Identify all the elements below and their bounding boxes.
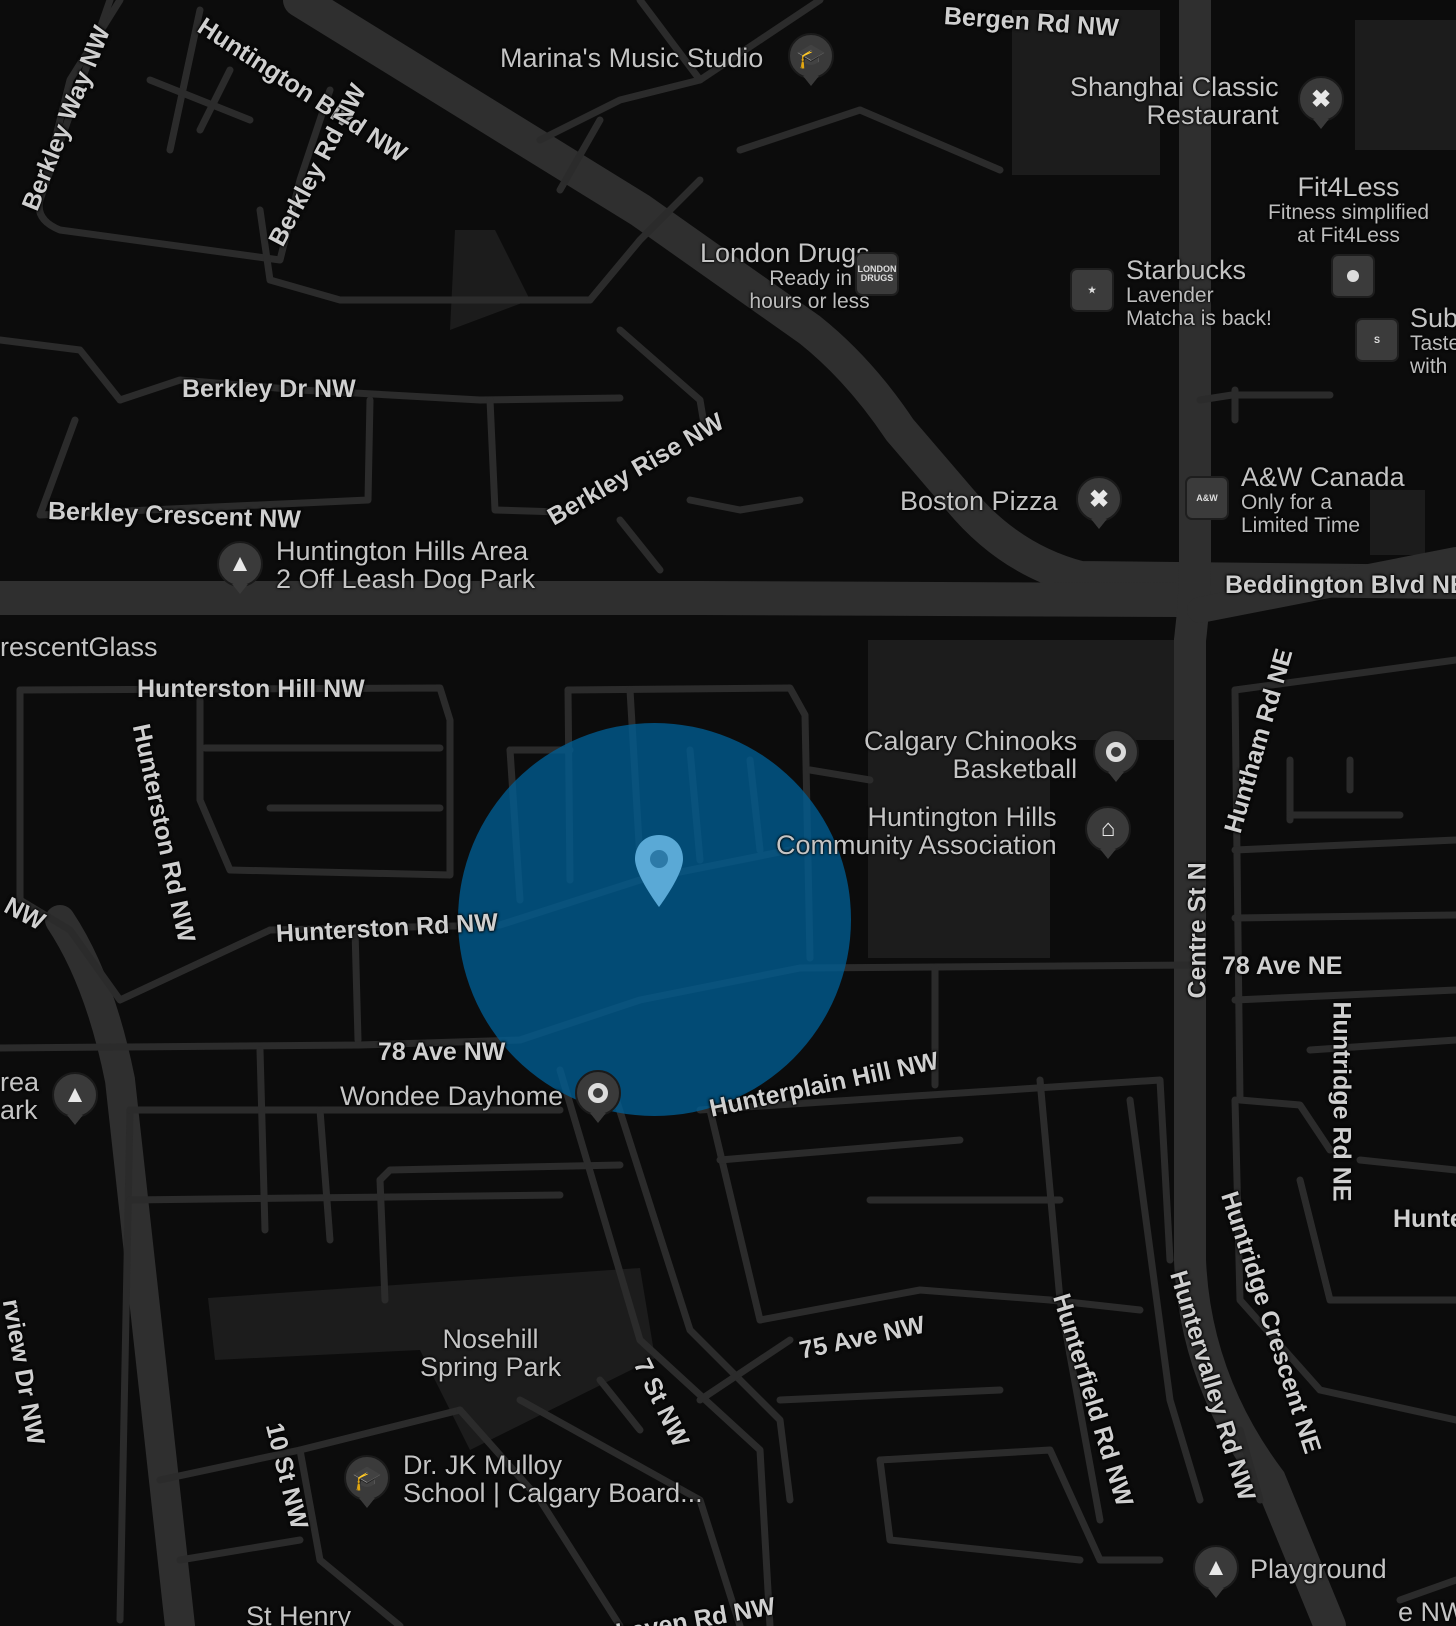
poi-subway-line1: Taste	[1410, 332, 1456, 355]
road-label-hunterston-hill: Hunterston Hill NW	[137, 675, 365, 703]
poi-mulloy-school-label[interactable]: Dr. JK Mulloy School | Calgary Board...	[403, 1451, 703, 1507]
location-accuracy-circle	[458, 723, 851, 1116]
poi-subway-label[interactable]: Sub Taste with	[1410, 304, 1456, 378]
poi-london-drugs-name: London Drugs	[700, 238, 870, 268]
building-icon[interactable]: ⌂	[1085, 806, 1131, 859]
poi-mulloy-line1: Dr. JK Mulloy	[403, 1450, 563, 1480]
poi-london-drugs-label[interactable]: London Drugs Ready in 2 hours or less	[700, 239, 870, 313]
poi-dog-park-line1: Huntington Hills Area	[276, 536, 529, 566]
restaurant-icon[interactable]: ✖	[1298, 76, 1344, 129]
place-dot	[1347, 270, 1359, 282]
poi-fit4less-line2: at Fit4Less	[1297, 224, 1400, 247]
poi-shanghai-classic-label[interactable]: Shanghai Classic Restaurant	[1070, 73, 1279, 129]
poi-nosehill-line2: Spring Park	[420, 1352, 562, 1382]
poi-crescent-glass-label[interactable]: rescentGlass	[0, 633, 158, 661]
poi-mulloy-line2: School | Calgary Board...	[403, 1478, 703, 1508]
tree-icon[interactable]: ▲	[1193, 1545, 1239, 1598]
graduation-cap-icon[interactable]: 🎓	[788, 33, 834, 86]
road-label-beddington-blvd: Beddington Blvd NE	[1225, 571, 1456, 599]
road-label-78-ave-ne: 78 Ave NE	[1222, 952, 1343, 980]
poi-dog-park-line2: 2 Off Leash Dog Park	[276, 564, 536, 594]
map-canvas[interactable]: Huntington Blvd NW Berkley Way NW Berkle…	[0, 0, 1456, 1626]
place-dot-icon[interactable]	[1093, 729, 1139, 782]
poi-london-drugs-line1: Ready in 2	[769, 267, 870, 290]
poi-starbucks-line1: Lavender	[1126, 284, 1214, 307]
poi-wondee-dayhome-label[interactable]: Wondee Dayhome	[340, 1082, 563, 1110]
place-dot-icon[interactable]	[575, 1070, 621, 1123]
poi-chinooks-line1: Calgary Chinooks	[864, 726, 1078, 756]
poi-nosehill-label[interactable]: Nosehill Spring Park	[420, 1325, 561, 1381]
poi-dog-park-label[interactable]: Huntington Hills Area 2 Off Leash Dog Pa…	[276, 537, 535, 593]
poi-marinas-music-studio-label[interactable]: Marina's Music Studio	[500, 44, 763, 72]
poi-london-drugs-line2: hours or less	[749, 290, 870, 313]
poi-st-henry-label[interactable]: St Henry	[246, 1602, 351, 1626]
poi-chinooks-line2: Basketball	[952, 754, 1078, 784]
poi-area-park-line1: rea	[0, 1067, 40, 1097]
poi-shanghai-line1: Shanghai Classic	[1070, 72, 1279, 102]
graduation-cap-icon[interactable]: 🎓	[344, 1455, 390, 1508]
aw-logo-icon[interactable]: A&W	[1185, 476, 1229, 520]
road-label-hunte-fragment: Hunte	[1393, 1205, 1456, 1233]
road-label-centre-st: Centre St N	[1183, 862, 1212, 999]
poi-starbucks-label[interactable]: Starbucks Lavender Matcha is back!	[1126, 256, 1272, 330]
road-label-78-ave-nw: 78 Ave NW	[378, 1038, 506, 1066]
poi-fit4less-label[interactable]: Fit4Less Fitness simplified at Fit4Less	[1268, 173, 1429, 247]
generic-place-icon[interactable]	[1331, 254, 1375, 298]
starbucks-logo-icon[interactable]: ★	[1070, 268, 1114, 312]
current-location-pin-icon[interactable]	[633, 833, 685, 909]
road-label-berkley-dr: Berkley Dr NW	[182, 375, 356, 403]
restaurant-icon[interactable]: ✖	[1076, 476, 1122, 529]
place-ring	[1106, 742, 1126, 762]
poi-community-association-label[interactable]: Huntington Hills Community Association	[776, 803, 1057, 859]
poi-aw-name: A&W Canada	[1241, 462, 1405, 492]
poi-aw-canada-label[interactable]: A&W Canada Only for a Limited Time	[1241, 463, 1405, 537]
poi-nosehill-line1: Nosehill	[442, 1324, 539, 1354]
poi-ne-fragment-label[interactable]: e NW	[1398, 1598, 1456, 1626]
place-ring	[588, 1083, 608, 1103]
poi-aw-line2: Limited Time	[1241, 514, 1361, 537]
poi-subway-line2: with	[1410, 355, 1448, 378]
poi-area-park-line2: ark	[0, 1095, 38, 1125]
poi-boston-pizza-label[interactable]: Boston Pizza	[900, 487, 1058, 515]
poi-starbucks-line2: Matcha is back!	[1126, 307, 1272, 330]
poi-fit4less-name: Fit4Less	[1297, 172, 1400, 202]
london-drugs-logo-icon[interactable]: LONDON DRUGS	[855, 252, 899, 296]
poi-chinooks-label[interactable]: Calgary Chinooks Basketball	[864, 727, 1077, 783]
poi-starbucks-name: Starbucks	[1126, 255, 1247, 285]
subway-logo-icon[interactable]: S	[1355, 318, 1399, 362]
tree-icon[interactable]: ▲	[52, 1072, 98, 1125]
poi-aw-line1: Only for a	[1241, 491, 1333, 514]
poi-community-line1: Huntington Hills	[867, 802, 1057, 832]
poi-area-park-label[interactable]: rea ark	[0, 1068, 39, 1124]
poi-fit4less-line1: Fitness simplified	[1268, 201, 1430, 224]
poi-shanghai-line2: Restaurant	[1146, 100, 1279, 130]
poi-playground-label[interactable]: Playground	[1250, 1555, 1387, 1583]
poi-community-line2: Community Association	[776, 830, 1057, 860]
road-label-huntridge-rd: Huntridge Rd NE	[1327, 1001, 1356, 1202]
poi-subway-name: Sub	[1410, 303, 1456, 333]
tree-icon[interactable]: ▲	[217, 541, 263, 594]
